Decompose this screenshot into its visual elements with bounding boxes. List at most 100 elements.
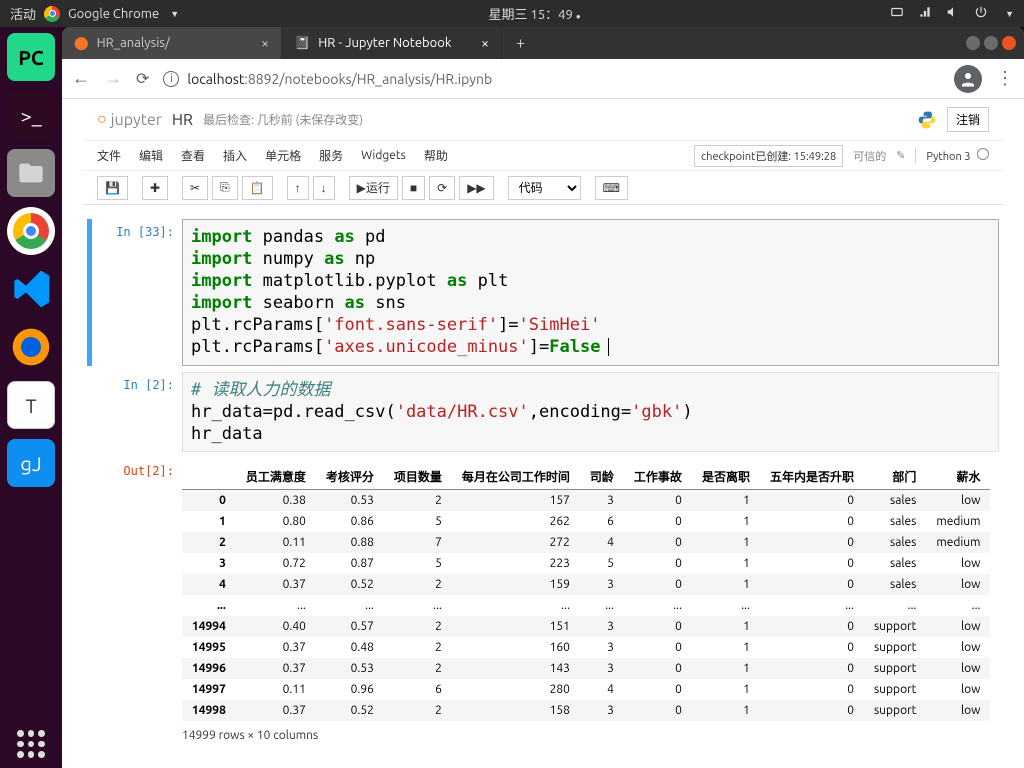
jupyter-header: ○ jupyter HR 最后检查: 几秒前 (未保存改变) 注销 bbox=[83, 99, 1003, 141]
celltype-select[interactable]: 代码 bbox=[508, 176, 581, 200]
table-row: 20.110.8872724010salesmedium bbox=[182, 532, 990, 553]
table-row: 10.800.8652626010salesmedium bbox=[182, 511, 990, 532]
python-logo-icon bbox=[917, 110, 937, 130]
new-tab-button[interactable]: + bbox=[502, 34, 539, 52]
browser-tab-2[interactable]: 📓 HR - Jupyter Notebook × bbox=[282, 27, 502, 59]
url-bar[interactable]: i localhost:8892/notebooks/HR_analysis/H… bbox=[163, 71, 940, 87]
back-button[interactable]: ← bbox=[72, 68, 90, 89]
app-menu-chevron-icon[interactable]: ▼ bbox=[170, 9, 179, 19]
reload-button[interactable]: ⟳ bbox=[136, 69, 149, 88]
table-row: 149970.110.9662804010supportlow bbox=[182, 679, 990, 700]
window-close-button[interactable] bbox=[1002, 36, 1016, 50]
input-method-icon[interactable] bbox=[890, 5, 904, 22]
terminal-icon[interactable]: >_ bbox=[7, 91, 55, 139]
system-top-bar: 活动 Google Chrome ▼ 星期三 15：49 ● ▼ bbox=[0, 0, 1024, 27]
power-icon[interactable] bbox=[974, 5, 988, 22]
launcher-dock: PC >_ T gJ bbox=[0, 27, 62, 768]
menu-edit[interactable]: 编辑 bbox=[139, 147, 163, 164]
checkpoint-label: 最后检查: 几秒前 (未保存改变) bbox=[203, 111, 363, 128]
kernel-name[interactable]: Python 3 bbox=[915, 148, 989, 163]
jupyter-menubar: 文件 编辑 查看 插入 单元格 服务 Widgets 帮助 checkpoint… bbox=[83, 141, 1003, 171]
jupyter-toolbar: 💾 ✚ ✂ ⎘ 📋 ↑ ↓ ▶ 运行 ■ ⟳ ▶▶ 代码 ⌨ bbox=[83, 171, 1003, 205]
code-cell[interactable]: In [33]:import pandas as pd import numpy… bbox=[87, 219, 999, 366]
window-minimize-button[interactable] bbox=[966, 36, 980, 50]
input-prompt: In [2]: bbox=[92, 372, 182, 452]
move-down-button[interactable]: ↓ bbox=[313, 176, 335, 200]
chrome-icon[interactable] bbox=[7, 207, 55, 255]
copy-button[interactable]: ⎘ bbox=[212, 176, 238, 200]
edit-icon[interactable]: ✎ bbox=[896, 149, 905, 162]
menu-view[interactable]: 查看 bbox=[181, 147, 205, 164]
restart-button[interactable]: ⟳ bbox=[429, 176, 455, 200]
tab-title: HR_analysis/ bbox=[97, 36, 170, 50]
volume-icon[interactable] bbox=[946, 5, 960, 22]
text-editor-icon[interactable]: T bbox=[7, 381, 55, 429]
output-prompt: Out[2]: bbox=[92, 458, 182, 756]
menu-widgets[interactable]: Widgets bbox=[361, 149, 406, 162]
input-prompt: In [33]: bbox=[92, 219, 182, 366]
window-maximize-button[interactable] bbox=[984, 36, 998, 50]
menu-insert[interactable]: 插入 bbox=[223, 147, 247, 164]
browser-tab-1[interactable]: ⬤ HR_analysis/ × bbox=[62, 27, 282, 59]
files-icon[interactable] bbox=[7, 149, 55, 197]
move-up-button[interactable]: ↑ bbox=[287, 176, 309, 200]
pycharm-icon[interactable]: PC bbox=[7, 33, 55, 81]
dataframe-table: 员工满意度考核评分项目数量每月在公司工作时间司龄工作事故是否离职五年内是否升职部… bbox=[182, 464, 990, 721]
interrupt-button[interactable]: ■ bbox=[402, 176, 425, 200]
menu-kernel[interactable]: 服务 bbox=[319, 147, 343, 164]
activities-label[interactable]: 活动 bbox=[10, 4, 36, 23]
jupyter-page: ○ jupyter HR 最后检查: 几秒前 (未保存改变) 注销 文件 编辑 … bbox=[62, 99, 1024, 768]
jupyter-logo[interactable]: ○ jupyter bbox=[97, 110, 162, 129]
menu-cell[interactable]: 单元格 bbox=[265, 147, 301, 164]
trusted-label[interactable]: 可信的 bbox=[853, 148, 886, 164]
table-row: 00.380.5321573010saleslow bbox=[182, 489, 990, 511]
clock[interactable]: 星期三 15：49 bbox=[489, 8, 573, 22]
restart-run-button[interactable]: ▶▶ bbox=[459, 176, 493, 200]
save-button[interactable]: 💾 bbox=[97, 176, 128, 200]
logout-button[interactable]: 注销 bbox=[947, 107, 989, 132]
browser-tabbar: ⬤ HR_analysis/ × 📓 HR - Jupyter Notebook… bbox=[62, 27, 1024, 59]
code-editor[interactable]: # 读取人力的数据 hr_data=pd.read_csv('data/HR.c… bbox=[182, 372, 999, 452]
url-host: localhost bbox=[187, 71, 244, 87]
menu-help[interactable]: 帮助 bbox=[424, 147, 448, 164]
app-icon[interactable]: gJ bbox=[7, 439, 55, 487]
kernel-status-icon bbox=[977, 148, 989, 160]
system-menu-chevron-icon[interactable]: ▼ bbox=[1005, 9, 1014, 19]
code-editor[interactable]: import pandas as pd import numpy as np i… bbox=[182, 219, 999, 366]
dataframe-caption: 14999 rows × 10 columns bbox=[182, 721, 999, 750]
table-row: 149940.400.5721513010supportlow bbox=[182, 616, 990, 637]
command-palette-button[interactable]: ⌨ bbox=[595, 176, 628, 200]
account-icon[interactable] bbox=[954, 65, 982, 93]
checkpoint-status: checkpoint已创建: 15:49:28 bbox=[694, 145, 843, 167]
run-button[interactable]: ▶ 运行 bbox=[349, 176, 398, 200]
vscode-icon[interactable] bbox=[7, 265, 55, 313]
browser-menu-icon[interactable]: ⋮ bbox=[996, 68, 1014, 89]
browser-address-bar: ← → ⟳ i localhost:8892/notebooks/HR_anal… bbox=[62, 59, 1024, 99]
table-row: 149980.370.5221583010supportlow bbox=[182, 700, 990, 721]
cut-button[interactable]: ✂ bbox=[182, 176, 208, 200]
table-row: 40.370.5221593010saleslow bbox=[182, 574, 990, 595]
firefox-icon[interactable] bbox=[7, 323, 55, 371]
chrome-icon bbox=[44, 6, 60, 22]
network-icon[interactable] bbox=[918, 5, 932, 22]
show-apps-icon[interactable] bbox=[7, 720, 55, 768]
table-row: 149960.370.5321433010supportlow bbox=[182, 658, 990, 679]
notebook-title[interactable]: HR bbox=[172, 111, 193, 129]
browser-window: ⬤ HR_analysis/ × 📓 HR - Jupyter Notebook… bbox=[62, 27, 1024, 768]
jupyter-favicon-icon: ⬤ bbox=[74, 36, 89, 51]
app-name[interactable]: Google Chrome bbox=[68, 7, 159, 21]
forward-button[interactable]: → bbox=[104, 68, 122, 89]
menu-file[interactable]: 文件 bbox=[97, 147, 121, 164]
code-cell[interactable]: In [2]:# 读取人力的数据 hr_data=pd.read_csv('da… bbox=[87, 372, 999, 452]
close-tab-icon[interactable]: × bbox=[481, 35, 489, 51]
site-info-icon[interactable]: i bbox=[163, 71, 179, 87]
paste-button[interactable]: 📋 bbox=[242, 176, 273, 200]
tab-title: HR - Jupyter Notebook bbox=[318, 36, 451, 50]
notebook-area: In [33]:import pandas as pd import numpy… bbox=[83, 205, 1003, 768]
url-path: :8892/notebooks/HR_analysis/HR.ipynb bbox=[244, 71, 492, 87]
add-cell-button[interactable]: ✚ bbox=[142, 176, 168, 200]
close-tab-icon[interactable]: × bbox=[261, 35, 269, 51]
table-row: ................................. bbox=[182, 595, 990, 616]
notebook-favicon-icon: 📓 bbox=[294, 36, 310, 51]
table-row: 30.720.8752235010saleslow bbox=[182, 553, 990, 574]
